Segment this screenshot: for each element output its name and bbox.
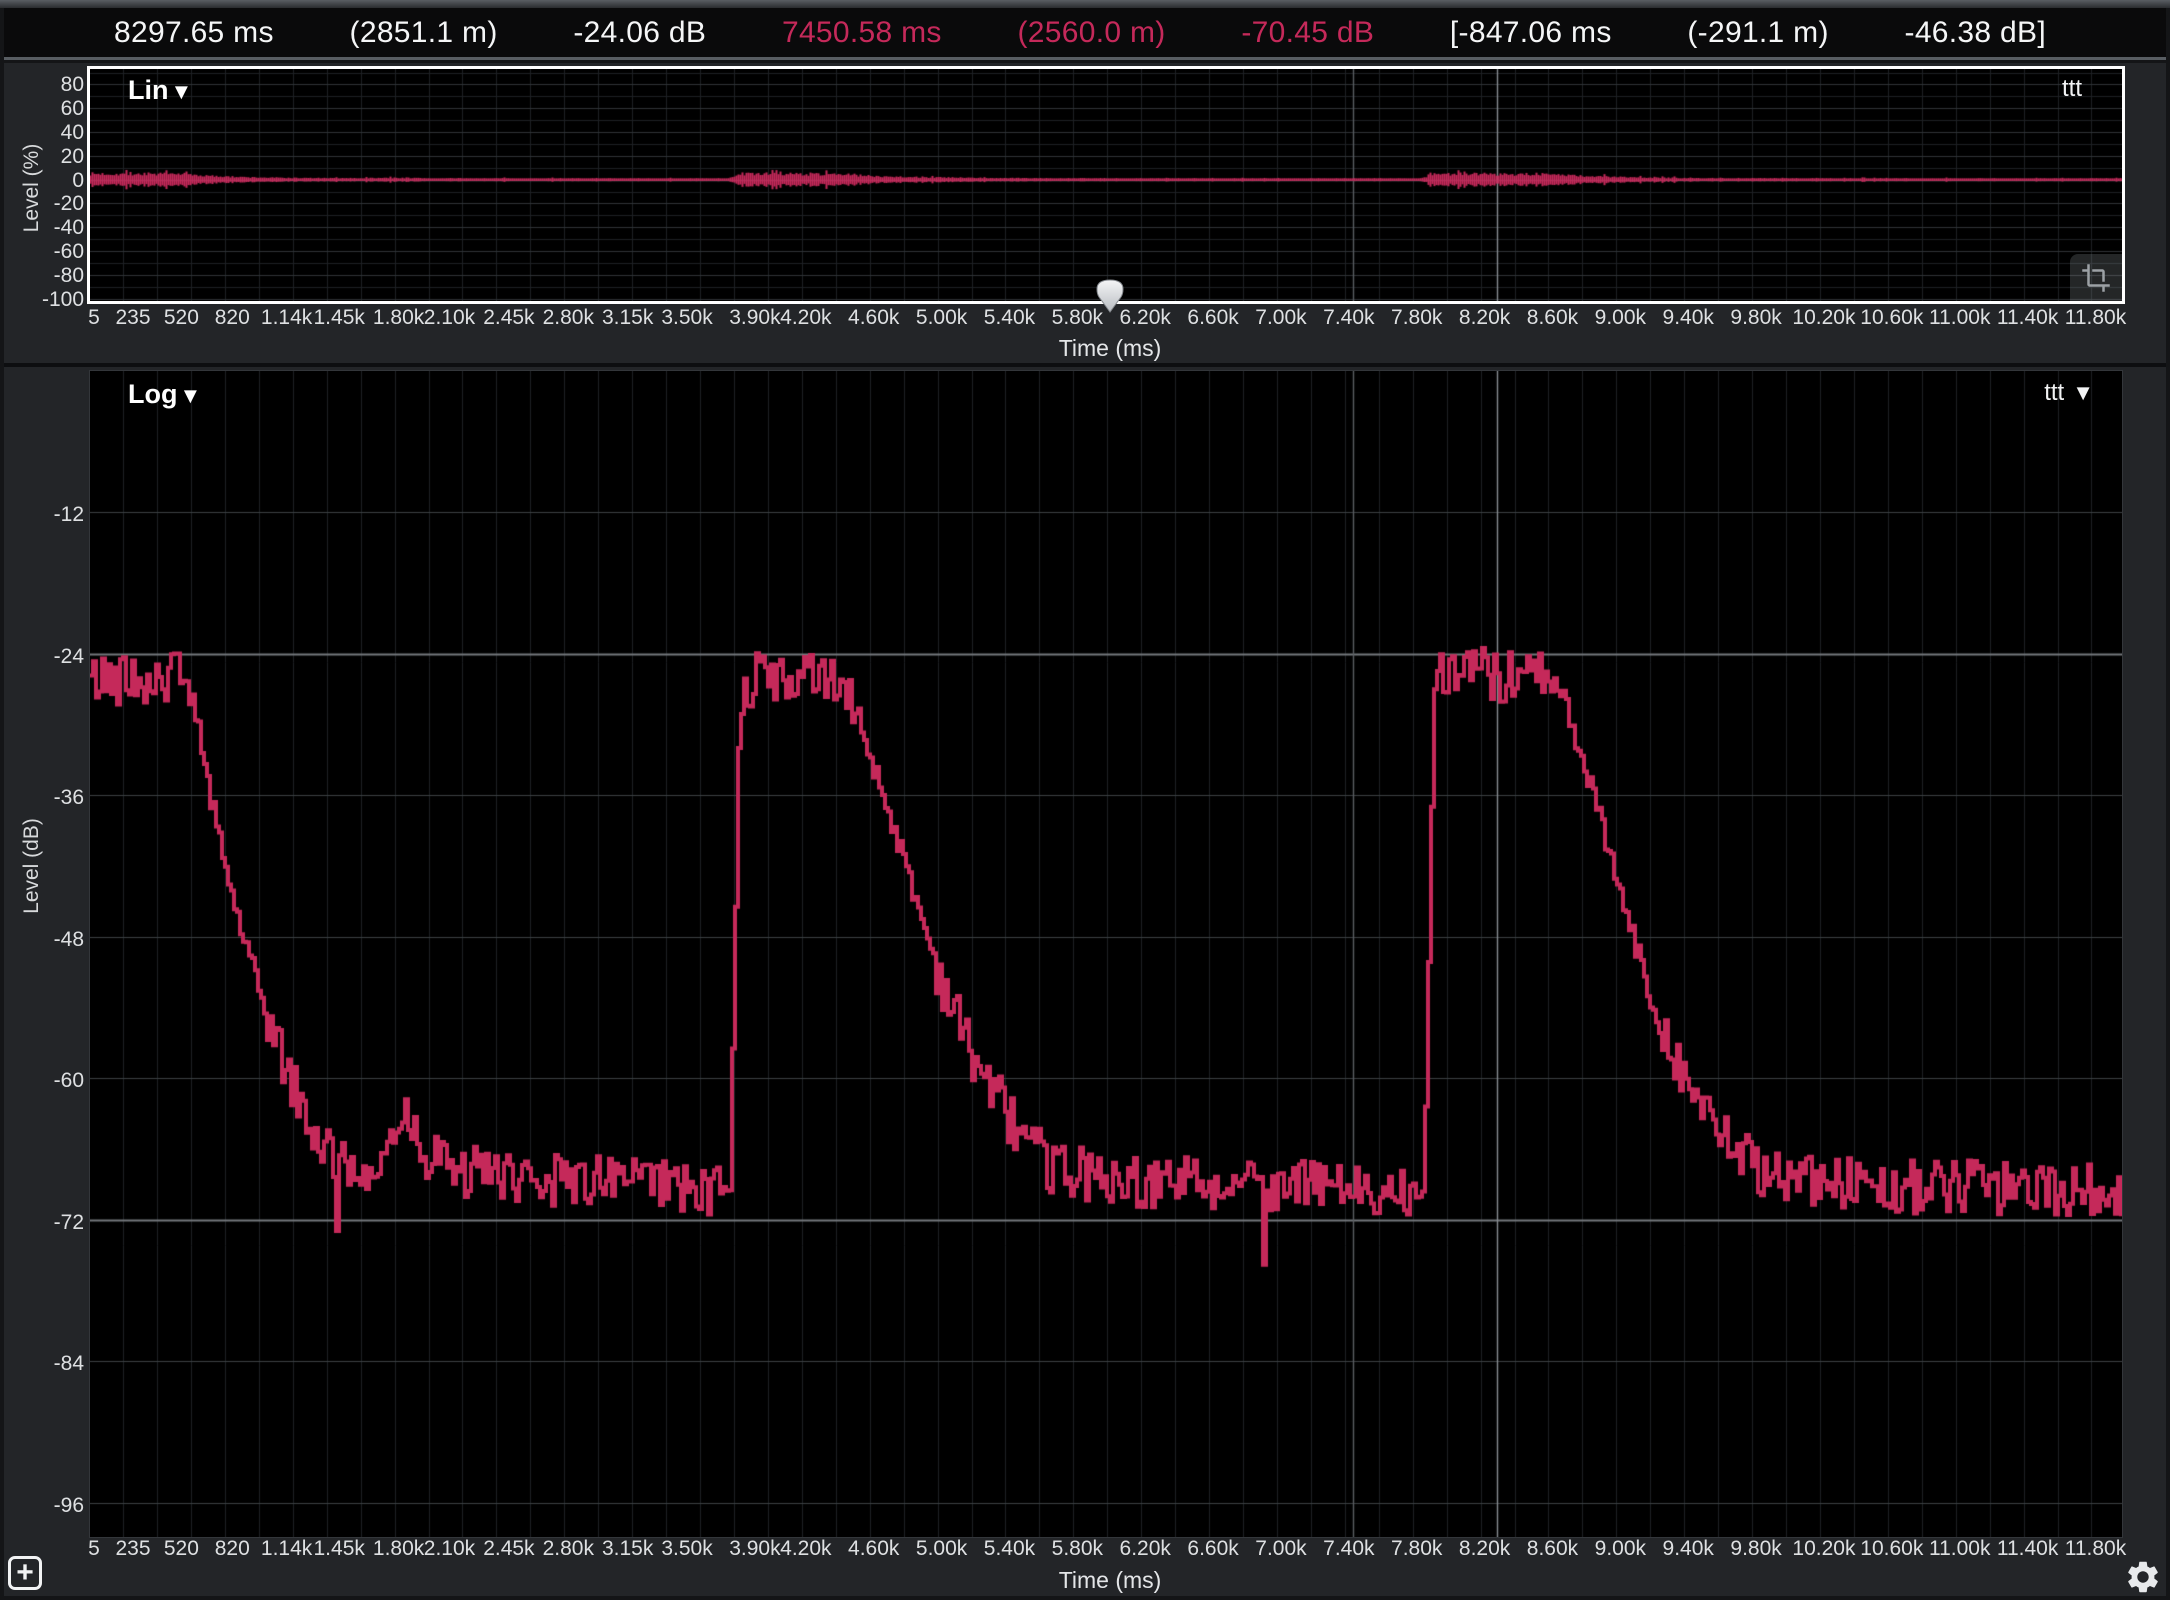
overview-scale-label: Lin [128, 75, 169, 105]
y-tick-label: -80 [4, 264, 84, 288]
y-tick-label: -12 [4, 503, 84, 527]
level-trace-label: ttt [2044, 379, 2064, 406]
primary-cursor-level: -24.06 dB [573, 16, 706, 50]
level-scale-label: Log [128, 379, 177, 409]
overview-plot-frame: Lin▼ ttt [87, 66, 2125, 304]
window-top-edge [0, 0, 2170, 8]
overview-chart-panel: Level (%) 52355208201.14k1.45k1.80k2.10k… [4, 63, 2166, 363]
waveform-overview-canvas[interactable] [90, 69, 2122, 301]
crop-zoom-button[interactable] [2070, 254, 2122, 301]
primary-cursor-distance: (2851.1 m) [350, 16, 498, 50]
time-marker[interactable] [1095, 278, 1125, 314]
delta-distance: (-291.1 m) [1687, 16, 1828, 50]
overview-scale-selector[interactable]: Lin▼ [128, 75, 192, 106]
dropdown-arrow-icon: ▼ [179, 383, 201, 408]
level-trace-selector[interactable]: ttt ▼ [2044, 379, 2094, 407]
y-tick-label: -36 [4, 786, 84, 810]
y-tick-label: 80 [4, 73, 84, 97]
y-tick-label: 60 [4, 97, 84, 121]
y-tick-label: 0 [4, 169, 84, 193]
delta-level: -46.38 dB] [1905, 16, 2046, 50]
x-tick-label: 11.80k [2050, 306, 2140, 330]
dropdown-arrow-icon: ▼ [2072, 380, 2094, 405]
y-tick-label: 40 [4, 121, 84, 145]
crop-icon [2081, 263, 2111, 293]
y-tick-label: -48 [4, 928, 84, 952]
level-db-canvas[interactable] [90, 371, 2122, 1537]
y-tick-label: -60 [4, 1069, 84, 1093]
y-tick-label: -72 [4, 1211, 84, 1235]
cursor-readout-bar: 8297.65 ms (2851.1 m) -24.06 dB 7450.58 … [4, 8, 2166, 60]
level-chart-panel: Level (dB) 52355208201.14k1.45k1.80k2.10… [4, 367, 2166, 1596]
y-tick-label: -100 [4, 288, 84, 312]
secondary-cursor-distance: (2560.0 m) [1018, 16, 1166, 50]
y-tick-label: -60 [4, 240, 84, 264]
overview-trace-selector[interactable]: ttt [2062, 75, 2082, 103]
overview-x-axis-title: Time (ms) [94, 335, 2126, 362]
overview-trace-label: ttt [2062, 75, 2082, 102]
level-x-axis-title: Time (ms) [94, 1567, 2126, 1594]
level-plot-frame: Log▼ ttt▼ [89, 370, 2123, 1538]
time-marker-icon [1095, 278, 1125, 314]
dropdown-arrow-icon: ▼ [171, 79, 193, 104]
y-tick-label: -84 [4, 1352, 84, 1376]
secondary-cursor-time: 7450.58 ms [782, 16, 942, 50]
audio-analyzer-window: 8297.65 ms (2851.1 m) -24.06 dB 7450.58 … [0, 0, 2170, 1600]
primary-cursor-time: 8297.65 ms [114, 16, 274, 50]
y-tick-label: 20 [4, 145, 84, 169]
delta-time: [-847.06 ms [1450, 16, 1612, 50]
y-tick-label: -24 [4, 645, 84, 669]
y-tick-label: -96 [4, 1494, 84, 1518]
level-scale-selector[interactable]: Log▼ [128, 379, 201, 410]
add-graph-button[interactable]: + [8, 1556, 42, 1590]
settings-gear-icon[interactable] [2124, 1558, 2162, 1596]
y-tick-label: -40 [4, 216, 84, 240]
y-tick-label: -20 [4, 192, 84, 216]
secondary-cursor-level: -70.45 dB [1241, 16, 1374, 50]
